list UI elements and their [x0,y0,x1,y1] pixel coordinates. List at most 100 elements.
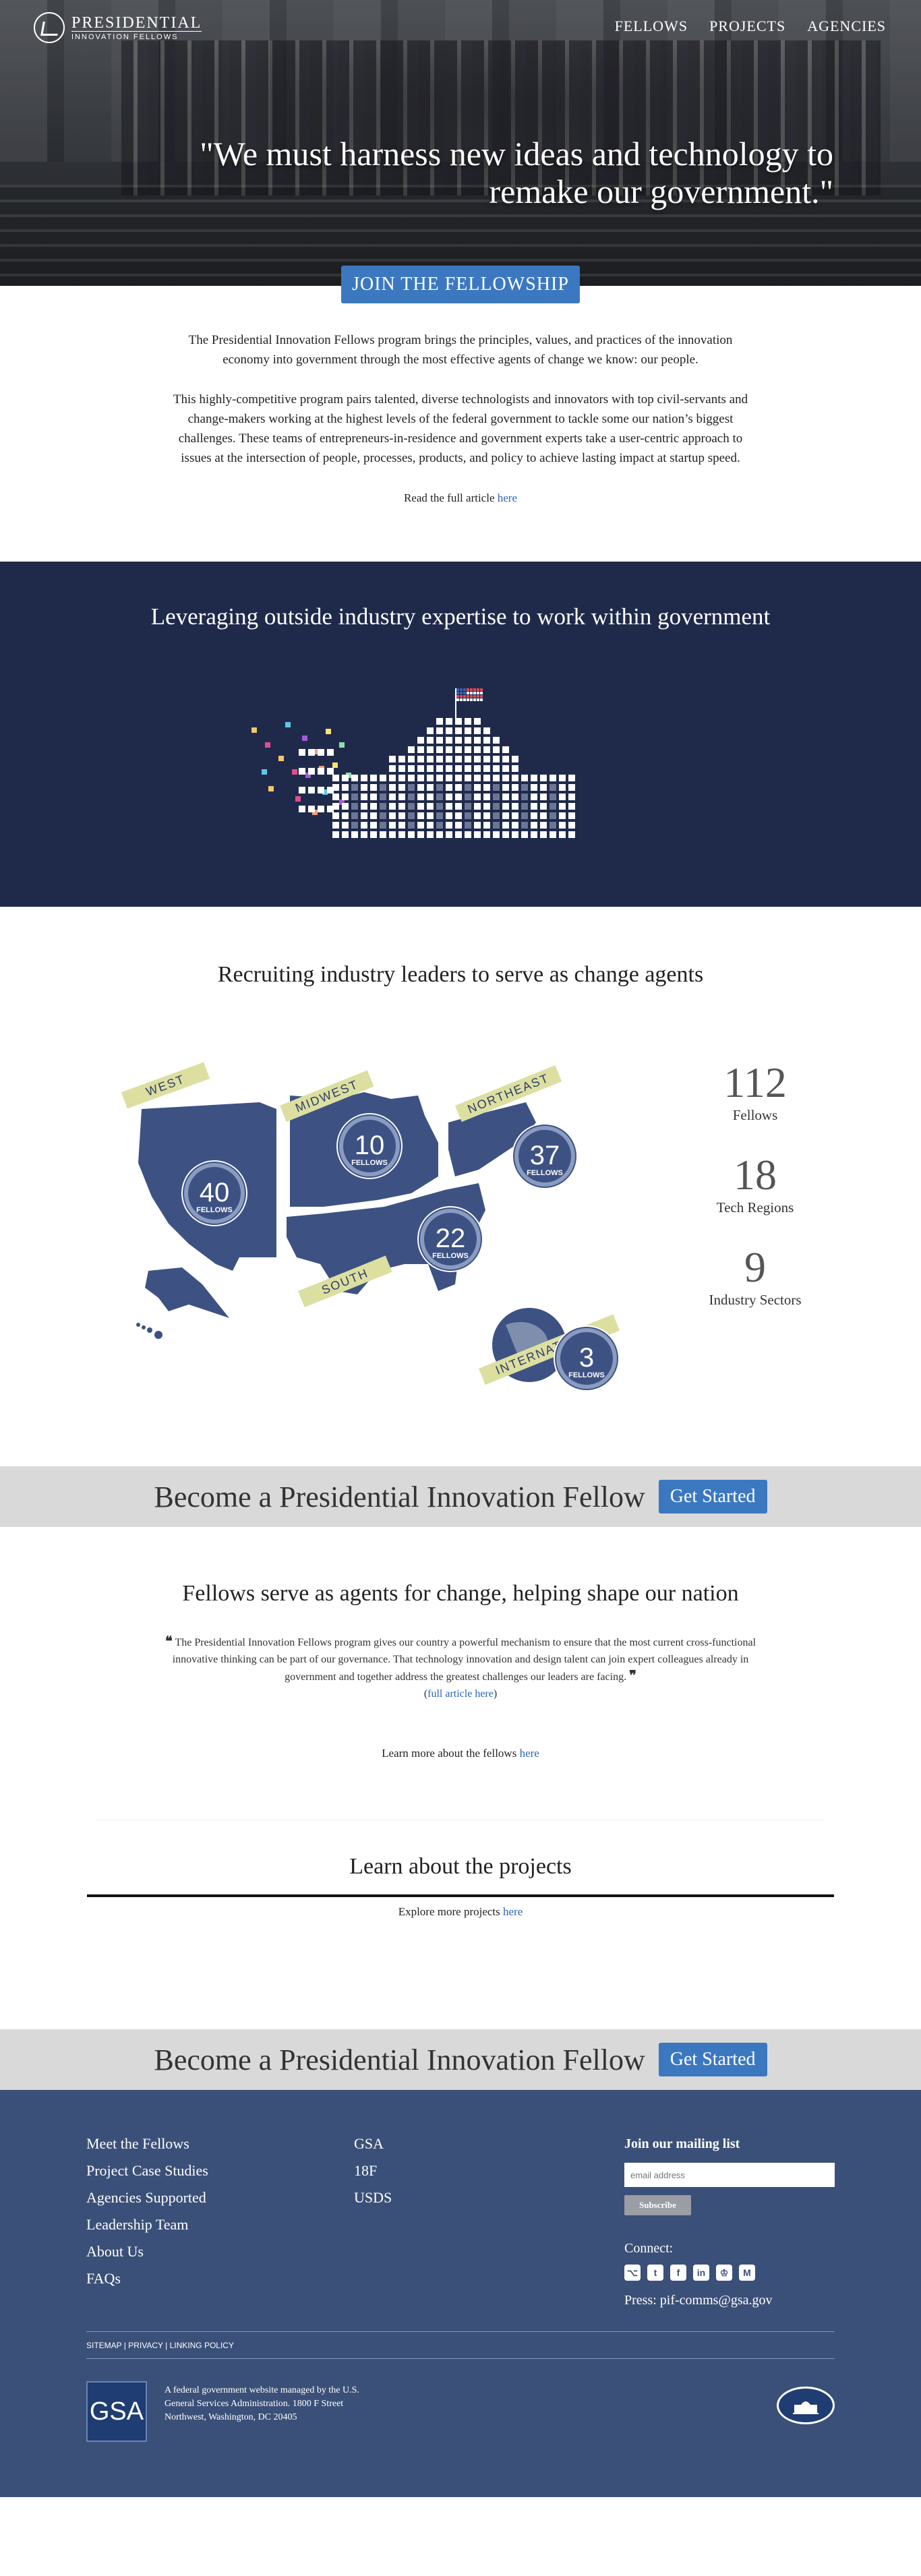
fellows-section: Fellows serve as agents for change, help… [0,1527,921,1820]
footer-link-faqs[interactable]: FAQs [86,2265,208,2292]
badge-west: 40 FELLOWS [181,1160,247,1226]
leverage-section: Leveraging outside industry expertise to… [0,562,921,907]
footer-link-usds[interactable]: USDS [354,2184,392,2211]
explore-projects-link[interactable]: here [503,1905,523,1918]
stat-tech-regions-label: Tech Regions [716,1199,794,1216]
twitter-icon[interactable]: t [647,2265,663,2281]
footer-link-agencies[interactable]: Agencies Supported [86,2184,208,2211]
stat-fellows: 112 Fellows [694,1058,816,1124]
cta-banner-bottom: Become a Presidential Innovation Fellow … [0,2029,921,2090]
gsa-line-1: A federal government website managed by … [165,2385,359,2395]
white-house-seal-icon[interactable] [777,2387,835,2424]
stat-tech-regions-number: 18 [734,1151,777,1199]
cta-text-bottom: Become a Presidential Innovation Fellow [154,2043,645,2076]
intro-paragraph-2: This highly-competitive program pairs ta… [173,392,748,465]
badge-south-label: FELLOWS [432,1252,469,1260]
learn-more-fellows: Learn more about the fellows here [0,1747,921,1760]
badge-midwest-count: 10 [355,1131,385,1160]
badge-international-count: 3 [579,1343,594,1373]
nav-fellows[interactable]: FELLOWS [615,18,688,35]
top-nav: FELLOWS PROJECTS AGENCIES [615,18,886,35]
footer-links-primary: Meet the Fellows Project Case Studies Ag… [86,2130,208,2292]
stat-fellows-number: 112 [723,1058,787,1106]
nav-agencies[interactable]: AGENCIES [807,18,886,35]
leverage-title: Leveraging outside industry expertise to… [150,603,771,630]
mailing-heading: Join our mailing list [624,2136,740,2151]
logo-line1: PRESIDENTIAL [71,13,202,32]
stat-industry-sectors: 9 Industry Sectors [694,1243,816,1309]
stat-industry-sectors-number: 9 [744,1243,766,1291]
white-house-pixel-illustration [251,688,575,838]
footer-links-partners: GSA 18F USDS [354,2130,392,2211]
badge-international-label: FELLOWS [568,1371,605,1379]
footer-mailing: Join our mailing list Subscribe Connect:… [624,2130,835,2308]
footer-divider-2 [86,2358,835,2359]
badge-northeast-count: 37 [530,1141,560,1170]
nav-projects[interactable]: PROJECTS [709,18,785,35]
email-field[interactable] [624,2163,835,2187]
footer-link-meet-fellows[interactable]: Meet the Fellows [86,2130,208,2157]
banner-west: WEST [121,1062,210,1109]
explore-projects: Explore more projects here [0,1905,921,1919]
subscribe-button[interactable]: Subscribe [624,2195,691,2215]
linkedin-icon[interactable]: in [693,2265,709,2281]
read-article-link[interactable]: here [498,491,517,504]
get-started-button[interactable]: Get Started [658,1480,767,1514]
explore-projects-text: Explore more projects [398,1905,504,1918]
stats-panel: 112 Fellows 18 Tech Regions 9 Industry S… [694,1058,816,1336]
gsa-line-3: Northwest, Washington, DC 20405 [165,2412,297,2422]
badge-northeast-label: FELLOWS [527,1169,563,1177]
badge-midwest: 10 FELLOWS [336,1113,403,1179]
footer-link-about[interactable]: About Us [86,2238,208,2265]
projects-rule [87,1894,834,1897]
intro-section: The Presidential Innovation Fellows prog… [164,330,757,508]
connect-label: Connect: [624,2241,674,2256]
cta-text: Become a Presidential Innovation Fellow [154,1480,645,1514]
region-alaska [145,1267,229,1318]
logo-line2: INNOVATION FELLOWS [71,30,202,41]
fellows-quote: ❝ The Presidential Innovation Fellows pr… [165,1634,756,1700]
site-logo[interactable]: PRESIDENTIAL INNOVATION FELLOWS [34,12,202,43]
footer-divider-1 [86,2331,835,2332]
hero-banner: PRESIDENTIAL INNOVATION FELLOWS FELLOWS … [0,0,921,286]
full-article-link[interactable]: full article here [427,1688,494,1700]
recruit-section: Recruiting industry leaders to serve as … [0,907,921,1466]
challenge-post-icon[interactable]: ♔ [716,2265,732,2281]
github-icon[interactable]: ⌥ [624,2265,641,2281]
join-fellowship-button[interactable]: JOIN THE FELLOWSHIP [341,266,580,303]
hero-quote: "We must harness new ideas and technolog… [200,135,833,210]
medium-icon[interactable]: M [739,2265,755,2281]
gsa-disclaimer: A federal government website managed by … [165,2384,367,2424]
footer-link-leadership[interactable]: Leadership Team [86,2211,208,2238]
get-started-button-bottom[interactable]: Get Started [658,2043,767,2076]
learn-more-fellows-link[interactable]: here [520,1747,539,1760]
stat-industry-sectors-label: Industry Sectors [709,1292,802,1308]
facebook-icon[interactable]: f [670,2265,686,2281]
badge-south: 22 FELLOWS [417,1206,483,1272]
footer-link-gsa[interactable]: GSA [354,2130,392,2157]
recruit-title: Recruiting industry leaders to serve as … [217,962,704,987]
gsa-logo[interactable]: GSA [86,2381,147,2442]
badge-northeast: 37 FELLOWS [512,1123,578,1189]
badge-international: 3 FELLOWS [554,1325,620,1391]
footer-link-18f[interactable]: 18F [354,2157,392,2184]
intro-paragraph-1: The Presidential Innovation Fellows prog… [188,333,733,367]
projects-title: Learn about the projects [349,1854,572,1879]
eagle-logo-icon [34,12,65,43]
cta-banner-top: Become a Presidential Innovation Fellow … [0,1466,921,1527]
fellows-title: Fellows serve as agents for change, help… [182,1581,739,1606]
close-quote-icon: ❞ [629,1669,636,1683]
badge-west-label: FELLOWS [196,1206,233,1214]
region-hawaii [136,1323,162,1339]
read-article-text: Read the full article [403,491,498,504]
social-icons: ⌥ t f in ♔ M [624,2265,835,2281]
read-article: Read the full article here [164,488,757,508]
footer-link-case-studies[interactable]: Project Case Studies [86,2157,208,2184]
press-contact: Press: pif-comms@gsa.gov [624,2293,773,2308]
site-footer: Meet the Fellows Project Case Studies Ag… [0,2090,921,2497]
legal-links[interactable]: SITEMAP | PRIVACY | LINKING POLICY [86,2341,234,2350]
badge-west-count: 40 [200,1178,230,1207]
open-quote-icon: ❝ [165,1634,173,1649]
gsa-line-2: General Services Administration. 1800 F … [165,2399,344,2409]
projects-section: Learn about the projects Explore more pr… [0,1820,921,2029]
